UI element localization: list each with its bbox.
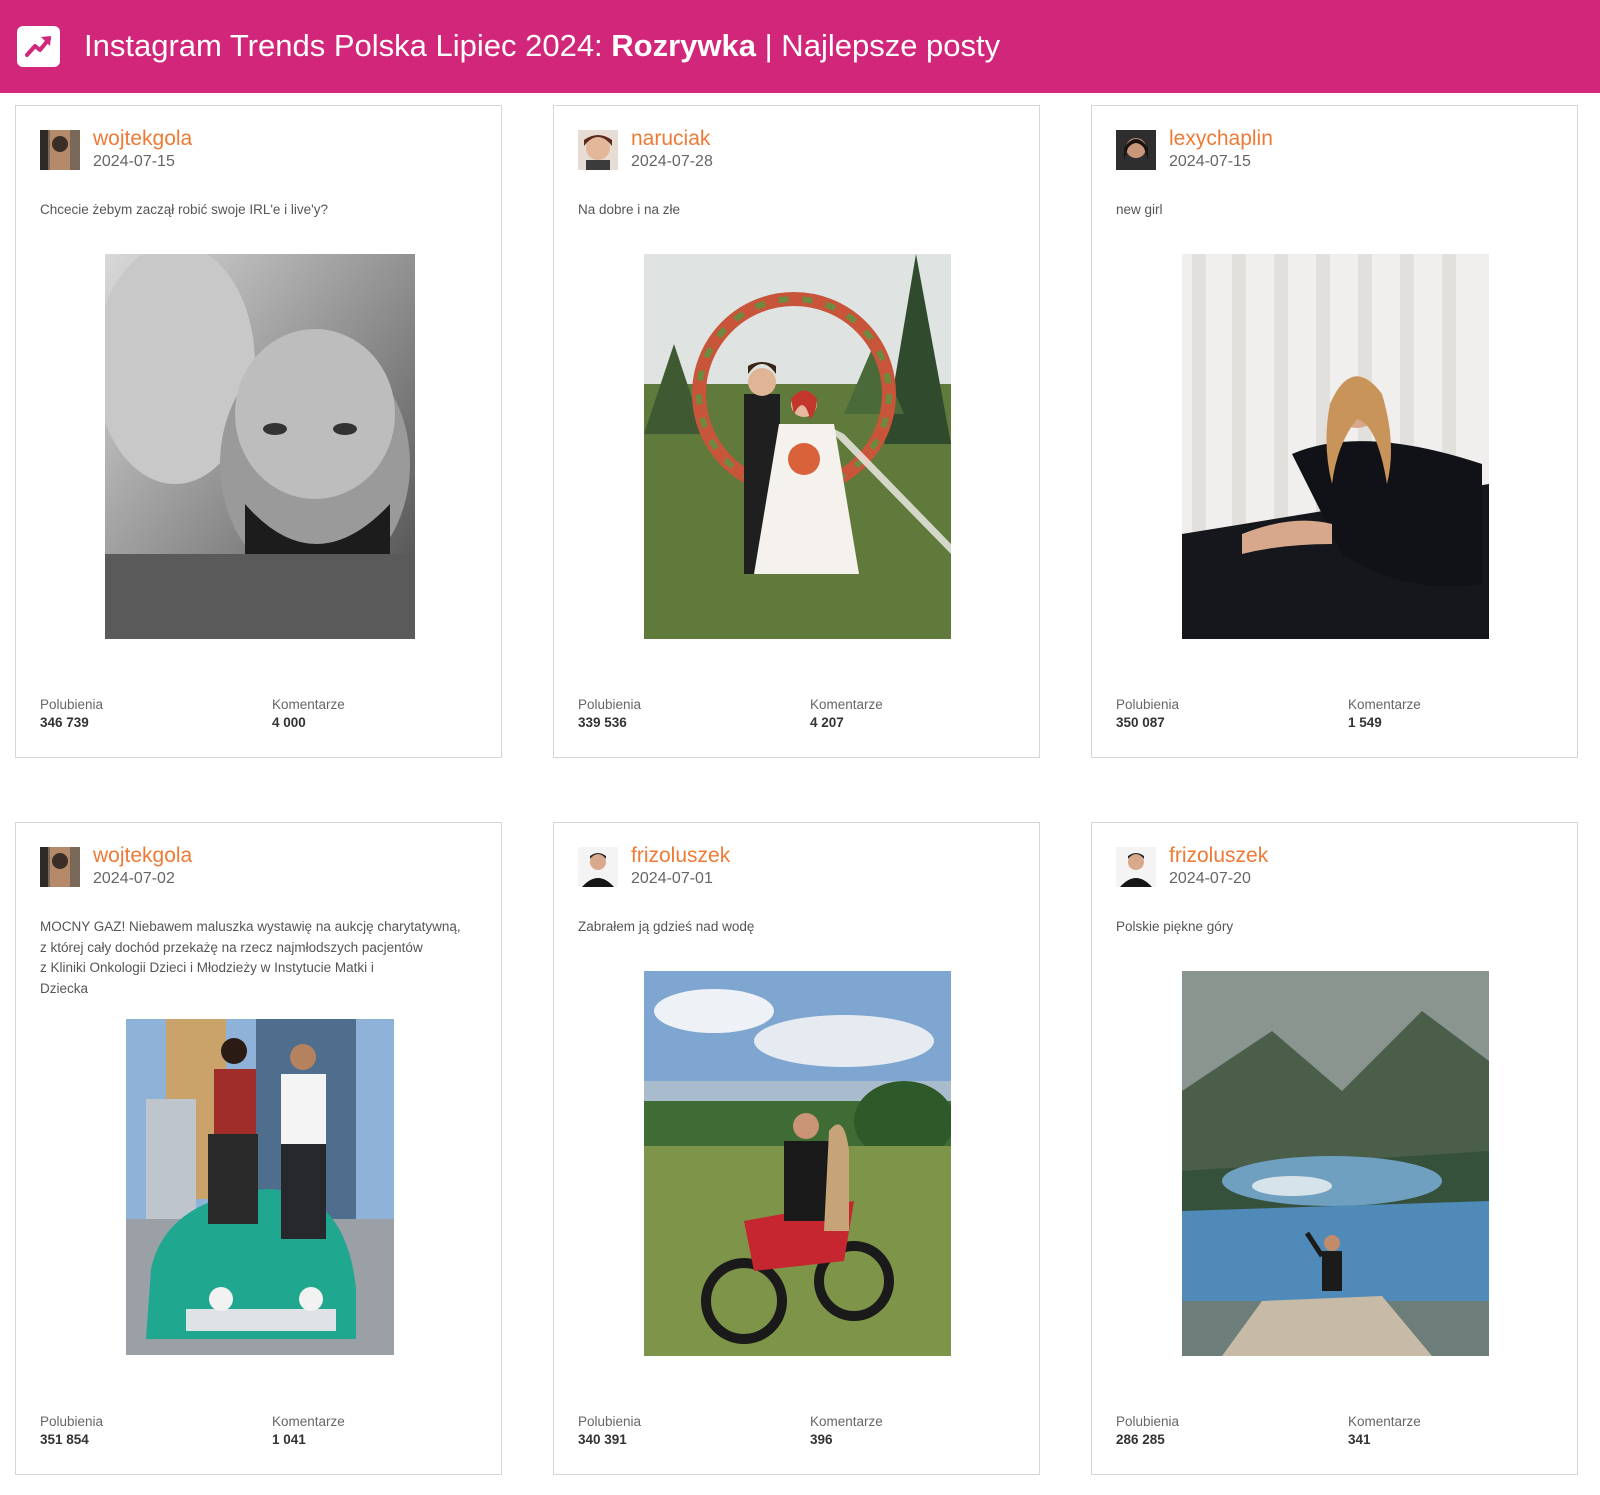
avatar[interactable] [40, 130, 80, 170]
likes-count: 350 087 [1116, 715, 1165, 730]
title-suffix: | Najlepsze posty [756, 28, 1001, 63]
post-caption: Na dobre i na złe [578, 200, 1018, 221]
caption-line: new girl [1116, 202, 1163, 217]
page-header: Instagram Trends Polska Lipiec 2024: Roz… [0, 0, 1600, 93]
comments-label: Komentarze [1348, 1414, 1421, 1429]
avatar[interactable] [40, 847, 80, 887]
post-image[interactable] [1182, 971, 1489, 1356]
post-card[interactable]: wojtekgola 2024-07-02 MOCNY GAZ! Niebawe… [15, 822, 502, 1475]
likes-label: Polubienia [1116, 697, 1180, 712]
caption-line: z Kliniki Onkologii Dzieci i Młodzieży w… [40, 960, 374, 975]
post-caption: Polskie piękne góry [1116, 917, 1556, 938]
post-image[interactable] [644, 971, 951, 1356]
post-card[interactable]: lexychaplin 2024-07-15 new girl Polubien… [1091, 105, 1578, 758]
post-date: 2024-07-15 [93, 153, 175, 170]
post-date: 2024-07-28 [631, 153, 713, 170]
likes-count: 340 391 [578, 1432, 627, 1447]
title-prefix: Instagram Trends Polska Lipiec 2024: [84, 28, 612, 63]
username[interactable]: wojtekgola [93, 843, 192, 869]
comments-count: 341 [1348, 1432, 1371, 1447]
avatar[interactable] [1116, 847, 1156, 887]
comments-count: 1 549 [1348, 715, 1382, 730]
avatar[interactable] [1116, 130, 1156, 170]
post-card[interactable]: frizoluszek 2024-07-20 Polskie piękne gó… [1091, 822, 1578, 1475]
likes-label: Polubienia [578, 697, 642, 712]
post-image[interactable] [105, 254, 415, 639]
likes-count: 286 285 [1116, 1432, 1165, 1447]
post-card[interactable]: wojtekgola 2024-07-15 Chcecie żebym zacz… [15, 105, 502, 758]
post-caption: Chcecie żebym zaczął robić swoje IRL'e i… [40, 200, 480, 221]
comments-label: Komentarze [272, 1414, 345, 1429]
comments-count: 4 207 [810, 715, 844, 730]
comments-label: Komentarze [272, 697, 345, 712]
likes-label: Polubienia [1116, 1414, 1180, 1429]
title-category: Rozrywka [611, 28, 757, 63]
post-date: 2024-07-02 [93, 870, 175, 887]
comments-label: Komentarze [1348, 697, 1421, 712]
post-card[interactable]: frizoluszek 2024-07-01 Zabrałem ją gdzie… [553, 822, 1040, 1475]
likes-count: 346 739 [40, 715, 89, 730]
likes-label: Polubienia [578, 1414, 642, 1429]
caption-line: Dziecka [40, 980, 89, 996]
post-date: 2024-07-20 [1169, 870, 1251, 887]
caption-line: Na dobre i na złe [578, 202, 681, 217]
trending-up-icon [17, 26, 60, 67]
avatar[interactable] [578, 847, 618, 887]
comments-label: Komentarze [810, 697, 883, 712]
comments-count: 4 000 [272, 715, 306, 730]
comments-label: Komentarze [810, 1414, 883, 1429]
likes-label: Polubienia [40, 1414, 104, 1429]
comments-count: 396 [810, 1432, 833, 1447]
caption-line: Polskie piękne góry [1116, 919, 1234, 934]
username[interactable]: naruciak [631, 126, 710, 152]
post-caption: new girl [1116, 200, 1556, 221]
comments-count: 1 041 [272, 1432, 306, 1447]
post-card[interactable]: naruciak 2024-07-28 Na dobre i na złe Po… [553, 105, 1040, 758]
post-image[interactable] [1182, 254, 1489, 639]
post-date: 2024-07-15 [1169, 153, 1251, 170]
post-caption: MOCNY GAZ! Niebawem maluszka wystawię na… [40, 917, 480, 999]
likes-count: 351 854 [40, 1432, 89, 1447]
post-image[interactable] [126, 1019, 394, 1355]
username[interactable]: wojtekgola [93, 126, 192, 152]
username[interactable]: lexychaplin [1169, 126, 1273, 152]
post-caption: Zabrałem ją gdzieś nad wodę [578, 917, 1018, 938]
page-title: Instagram Trends Polska Lipiec 2024: Roz… [84, 27, 1000, 65]
post-date: 2024-07-01 [631, 870, 713, 887]
caption-line: MOCNY GAZ! Niebawem maluszka wystawię na… [40, 919, 461, 934]
caption-line: z której cały dochód przekażę na rzecz n… [40, 939, 423, 955]
post-image[interactable] [644, 254, 951, 639]
username[interactable]: frizoluszek [631, 843, 730, 869]
caption-line: Chcecie żebym zaczął robić swoje IRL'e i… [40, 202, 329, 217]
likes-count: 339 536 [578, 715, 627, 730]
caption-line: Zabrałem ją gdzieś nad wodę [578, 919, 755, 934]
avatar[interactable] [578, 130, 618, 170]
likes-label: Polubienia [40, 697, 104, 712]
username[interactable]: frizoluszek [1169, 843, 1268, 869]
